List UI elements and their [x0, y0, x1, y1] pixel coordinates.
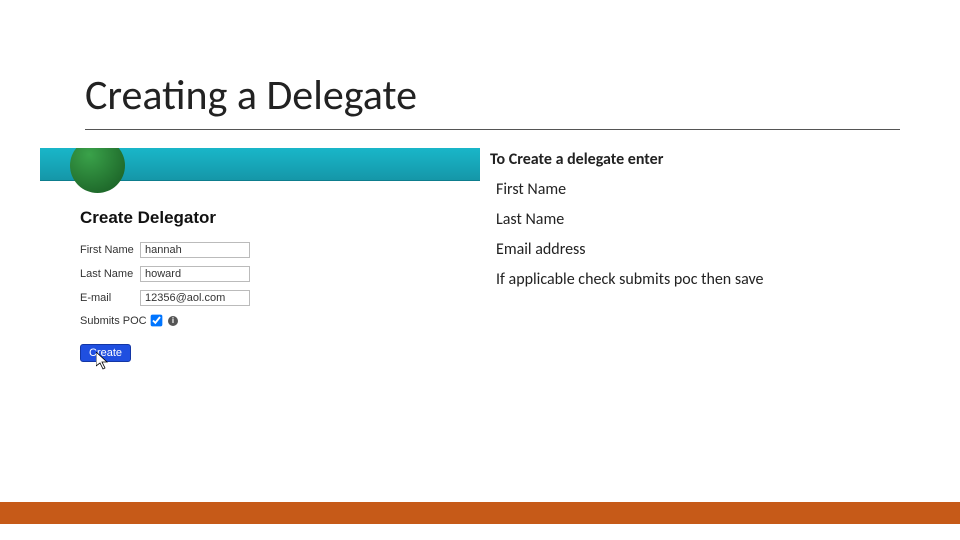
email-label: E-mail	[80, 292, 140, 304]
instructions-item: If applicable check submits poc then sav…	[496, 268, 920, 292]
instructions: To Create a delegate enter First Name La…	[490, 148, 920, 298]
instructions-item: First Name	[496, 178, 920, 202]
email-row: E-mail 12356@aol.com	[80, 290, 470, 306]
avatar	[70, 138, 125, 193]
instructions-intro: To Create a delegate enter	[490, 148, 920, 172]
last-name-label: Last Name	[80, 268, 140, 280]
instructions-item: Last Name	[496, 208, 920, 232]
form-title: Create Delegator	[80, 208, 470, 228]
create-button[interactable]: Create	[80, 344, 131, 362]
first-name-input[interactable]: hannah	[140, 242, 250, 258]
email-input[interactable]: 12356@aol.com	[140, 290, 250, 306]
footer-bar	[0, 502, 960, 524]
slide-title: Creating a Delegate	[85, 70, 900, 130]
instructions-item: Email address	[496, 238, 920, 262]
first-name-label: First Name	[80, 244, 140, 256]
submits-poc-row: Submits POC i	[80, 314, 470, 327]
create-button-wrap: Create	[80, 343, 131, 362]
create-delegator-form: Create Delegator First Name hannah Last …	[80, 208, 470, 362]
last-name-row: Last Name howard	[80, 266, 470, 282]
first-name-row: First Name hannah	[80, 242, 470, 258]
info-icon: i	[168, 316, 178, 326]
submits-poc-checkbox[interactable]	[151, 315, 163, 327]
screenshot: Create Delegator First Name hannah Last …	[40, 148, 480, 408]
last-name-input[interactable]: howard	[140, 266, 250, 282]
submits-poc-label: Submits POC	[80, 315, 150, 327]
